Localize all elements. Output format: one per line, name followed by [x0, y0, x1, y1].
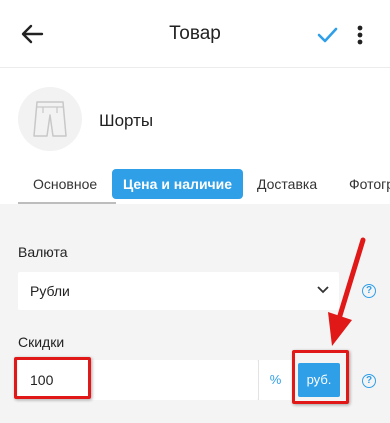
- annotation-arrow-icon: [328, 237, 366, 346]
- currency-select-value: Рубли: [30, 283, 70, 299]
- currency-label: Валюта: [18, 244, 68, 260]
- tab-main[interactable]: Основное: [33, 169, 97, 199]
- product-thumbnail[interactable]: [18, 87, 82, 151]
- tab-bar: Основное Цена и наличие Доставка Фотогр: [0, 160, 390, 204]
- product-name: Шорты: [99, 111, 154, 130]
- percent-toggle-button[interactable]: %: [258, 360, 292, 400]
- tab-price-availability[interactable]: Цена и наличие: [112, 169, 244, 199]
- shorts-icon: [33, 101, 67, 137]
- annotation-box-discount-value: [14, 357, 91, 399]
- more-vertical-icon[interactable]: [350, 22, 370, 48]
- discount-label: Скидки: [18, 334, 65, 350]
- save-check-icon[interactable]: [314, 22, 340, 48]
- annotation-box-rub-button: [292, 350, 349, 404]
- top-app-bar: Товар: [0, 0, 390, 68]
- currency-select[interactable]: Рубли: [18, 272, 339, 310]
- tab-delivery[interactable]: Доставка: [257, 169, 317, 199]
- discount-help-icon[interactable]: ?: [362, 374, 376, 388]
- tab-photos[interactable]: Фотогр: [349, 169, 390, 199]
